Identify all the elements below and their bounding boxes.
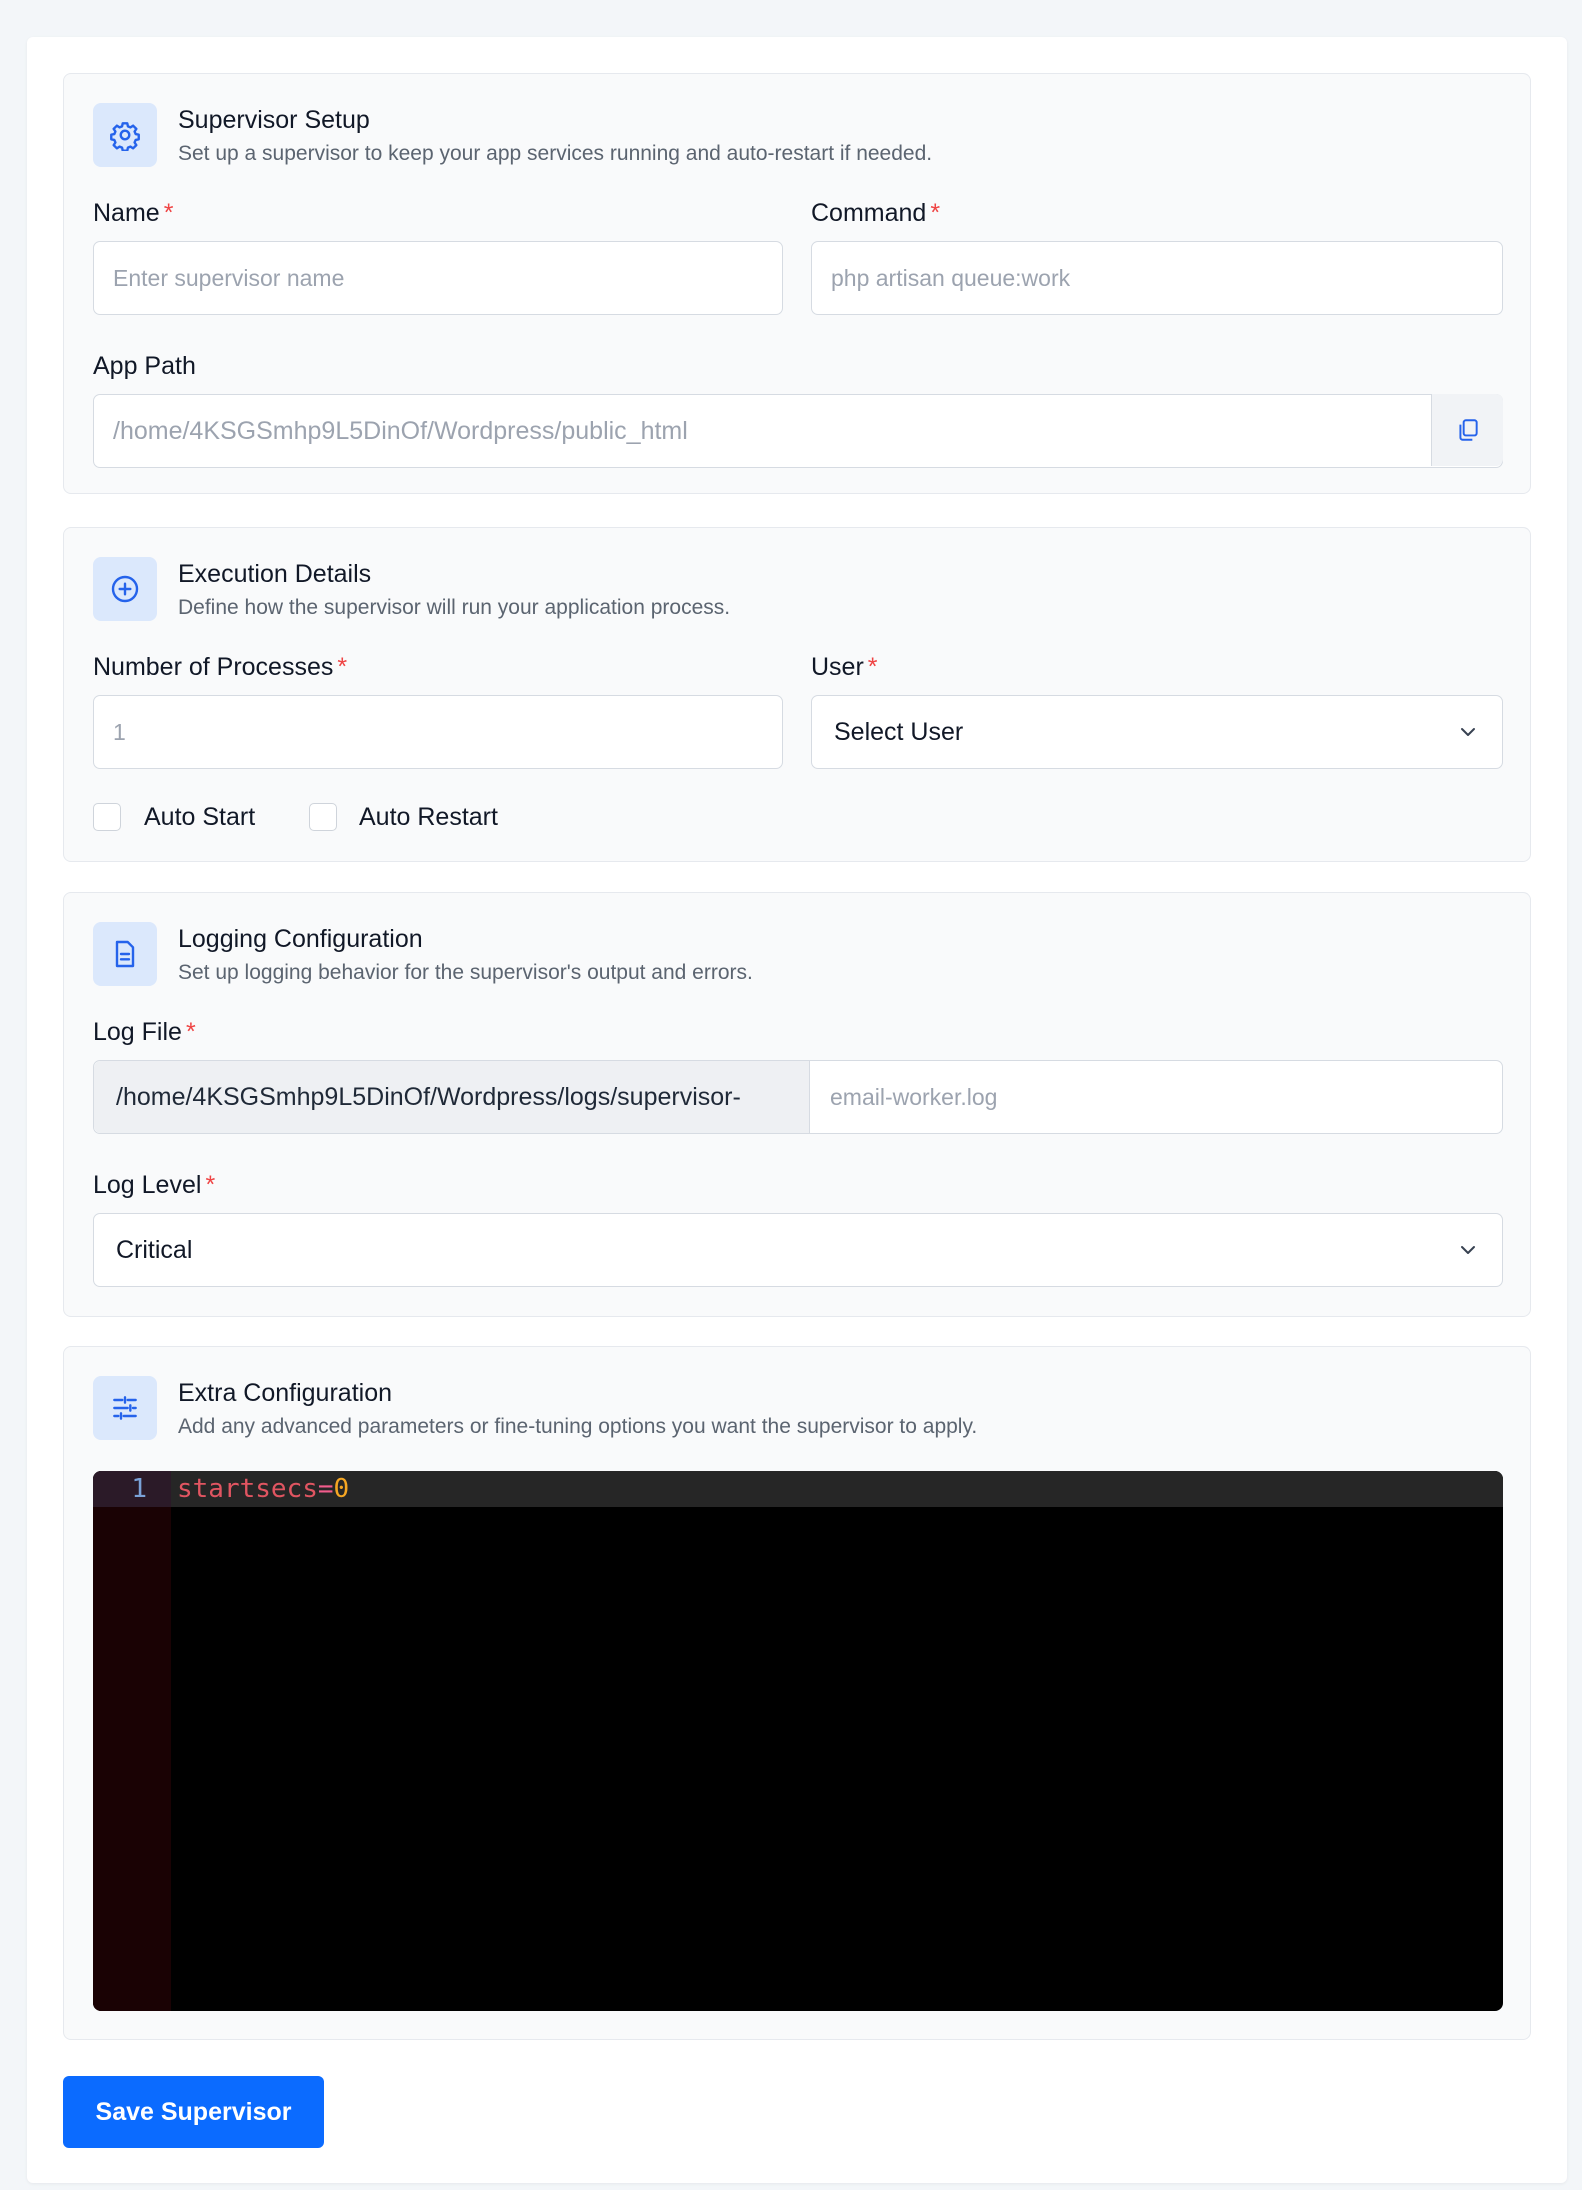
sliders-icon (93, 1376, 157, 1440)
section-title: Supervisor Setup (178, 106, 370, 134)
user-select-value: Select User (834, 717, 964, 746)
copy-icon (1455, 417, 1481, 443)
auto-start-checkbox[interactable] (93, 803, 121, 831)
required-marker: * (205, 1171, 216, 1199)
auto-start-label: Auto Start (144, 803, 256, 831)
name-label: Name * (93, 199, 173, 228)
logging-configuration-section: Logging Configuration Set up logging beh… (63, 892, 1531, 1317)
required-marker: * (930, 199, 941, 227)
name-input[interactable] (93, 241, 783, 315)
chevron-down-icon (1456, 720, 1480, 744)
app-path-label: App Path (93, 352, 196, 380)
editor-active-gutter: 1 (93, 1471, 171, 1507)
section-title: Execution Details (178, 560, 372, 588)
section-description: Define how the supervisor will run your … (178, 596, 731, 619)
log-file-label: Log File * (93, 1018, 196, 1047)
section-title: Extra Configuration (178, 1379, 393, 1407)
command-label: Command * (811, 199, 940, 228)
log-file-prefix: /home/4KSGSmhp9L5DinOf/Wordpress/logs/su… (94, 1061, 810, 1133)
plus-circle-icon (93, 557, 157, 621)
document-icon (93, 922, 157, 986)
log-level-select[interactable]: Critical (93, 1213, 1503, 1287)
processes-label-text: Number of Processes (93, 653, 334, 681)
log-level-value: Critical (116, 1235, 193, 1264)
auto-restart-label: Auto Restart (359, 803, 498, 831)
section-description: Add any advanced parameters or fine-tuni… (178, 1415, 978, 1438)
supervisor-form-card: Supervisor Setup Set up a supervisor to … (27, 37, 1567, 2183)
command-input[interactable] (811, 241, 1503, 315)
user-label: User * (811, 653, 878, 682)
chevron-down-icon (1456, 1238, 1480, 1262)
code-line[interactable]: startsecs=0 (177, 1474, 349, 1504)
processes-input[interactable] (93, 695, 783, 769)
log-level-label: Log Level * (93, 1171, 215, 1200)
log-file-input[interactable] (811, 1060, 1503, 1134)
code-key: startsecs (177, 1474, 318, 1504)
required-marker: * (185, 1018, 196, 1046)
gear-icon (93, 103, 157, 167)
required-marker: * (867, 653, 878, 681)
name-label-text: Name (93, 199, 160, 227)
line-number: 1 (131, 1474, 147, 1504)
section-title: Logging Configuration (178, 925, 423, 953)
required-marker: * (163, 199, 174, 227)
code-editor[interactable]: 1 startsecs=0 (93, 1471, 1503, 2011)
editor-gutter (93, 1471, 171, 2011)
section-description: Set up a supervisor to keep your app ser… (178, 142, 933, 165)
user-label-text: User (811, 653, 864, 681)
log-level-label-text: Log Level (93, 1171, 202, 1199)
copy-path-button[interactable] (1431, 394, 1503, 466)
extra-configuration-section: Extra Configuration Add any advanced par… (63, 1346, 1531, 2040)
log-file-field: /home/4KSGSmhp9L5DinOf/Wordpress/logs/su… (93, 1060, 1503, 1134)
user-select[interactable]: Select User (811, 695, 1503, 769)
auto-restart-checkbox[interactable] (309, 803, 337, 831)
code-operator: = (317, 1474, 334, 1504)
log-file-label-text: Log File (93, 1018, 182, 1046)
supervisor-setup-section: Supervisor Setup Set up a supervisor to … (63, 73, 1531, 494)
execution-details-section: Execution Details Define how the supervi… (63, 527, 1531, 862)
processes-label: Number of Processes * (93, 653, 347, 682)
required-marker: * (337, 653, 348, 681)
command-label-text: Command (811, 199, 927, 227)
save-supervisor-button[interactable]: Save Supervisor (63, 2076, 324, 2148)
code-value: 0 (333, 1474, 350, 1504)
section-description: Set up logging behavior for the supervis… (178, 961, 753, 984)
app-path-field (93, 394, 1503, 468)
app-path-input[interactable] (93, 394, 1503, 468)
